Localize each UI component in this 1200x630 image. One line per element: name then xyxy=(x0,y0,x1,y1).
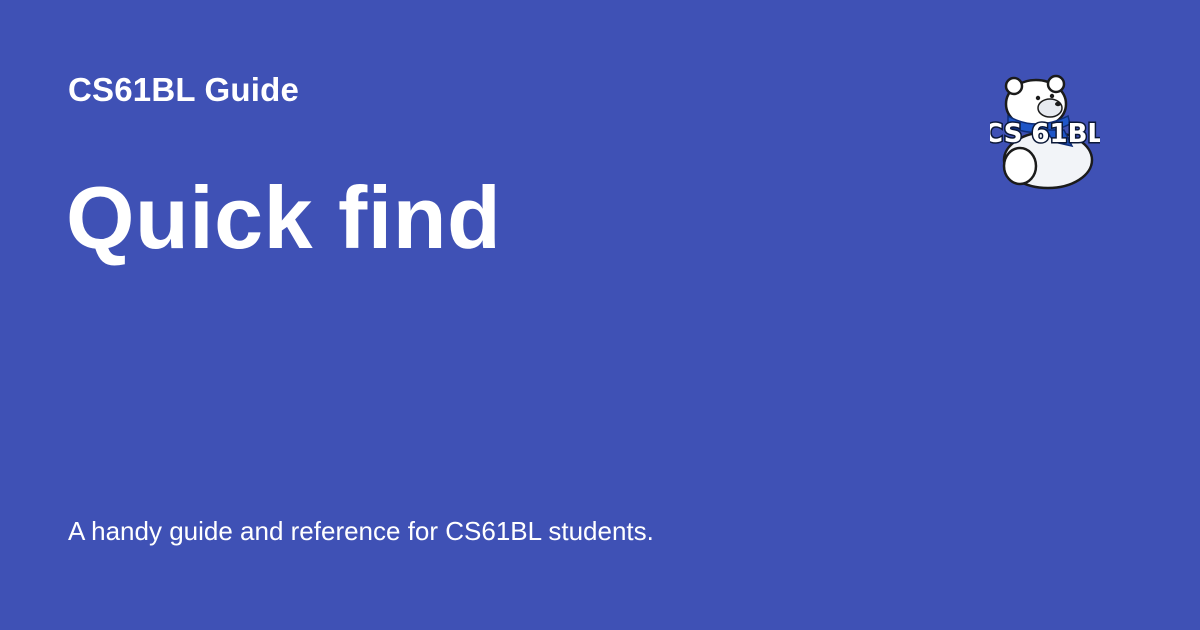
site-name: CS61BL Guide xyxy=(68,71,300,108)
social-card: CS61BL Guide Quick find A handy guide an… xyxy=(0,0,1200,630)
logo-text: CS 61BL xyxy=(990,119,1100,149)
polar-bear-logo-icon: CS 61BL xyxy=(990,70,1100,192)
page-title: Quick find xyxy=(66,168,502,267)
page-description: A handy guide and reference for CS61BL s… xyxy=(68,516,654,546)
